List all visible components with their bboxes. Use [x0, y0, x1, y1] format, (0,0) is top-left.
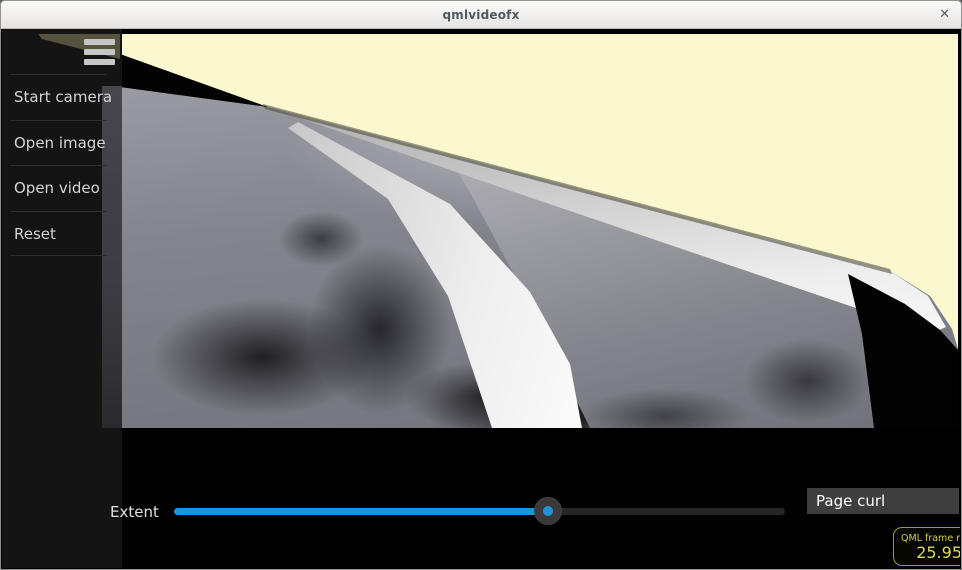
sidebar: Start camera Open image Open video Reset — [2, 29, 122, 568]
app-content: Start camera Open image Open video Reset… — [2, 29, 960, 568]
titlebar[interactable]: qmlvideofx ✕ — [1, 1, 961, 29]
fps-label: QML frame r... — [894, 528, 960, 544]
sidebar-item-open-image[interactable]: Open image — [10, 120, 107, 166]
extent-slider-label: Extent — [110, 503, 159, 521]
app-window: qmlvideofx ✕ Start camera Open imag — [0, 0, 962, 570]
sidebar-item-start-camera[interactable]: Start camera — [10, 74, 107, 120]
fps-value: 25.95 — [894, 543, 960, 562]
window-title: qmlvideofx — [1, 8, 961, 22]
effect-selector[interactable]: Page curl — [807, 488, 959, 514]
hamburger-icon[interactable] — [84, 39, 116, 67]
sidebar-menu: Start camera Open image Open video Reset — [10, 74, 107, 256]
sidebar-item-reset[interactable]: Reset — [10, 211, 107, 257]
slider-handle-dot — [543, 506, 553, 516]
extent-slider-handle[interactable] — [534, 497, 562, 525]
sidebar-item-open-video[interactable]: Open video — [10, 165, 107, 211]
fps-readout: QML frame r... 25.95 — [893, 527, 960, 566]
extent-slider-fill — [174, 508, 547, 515]
close-icon[interactable]: ✕ — [939, 7, 950, 23]
extent-slider-track[interactable] — [174, 508, 785, 515]
video-surface[interactable] — [120, 34, 958, 428]
